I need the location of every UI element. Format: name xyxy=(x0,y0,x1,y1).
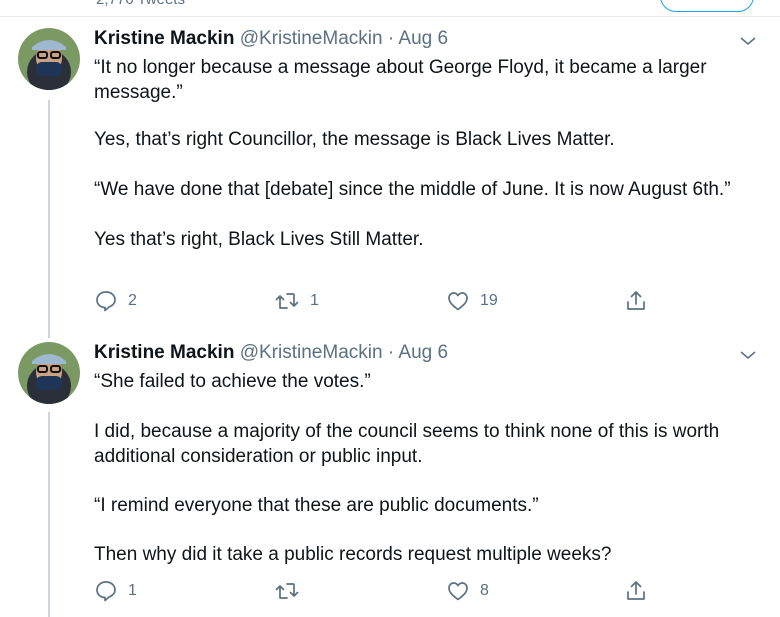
tweet-count: 2,776 Tweets xyxy=(96,0,185,8)
tweet-actions: 2 1 19 xyxy=(94,288,694,318)
user-handle[interactable]: @KristineMackin xyxy=(240,28,383,49)
reply-button[interactable]: 2 xyxy=(94,288,137,314)
tweet-text: “She failed to achieve the votes.” I did… xyxy=(94,369,754,567)
display-name[interactable]: Kristine Mackin xyxy=(94,28,234,49)
display-name[interactable]: Kristine Mackin xyxy=(94,342,234,363)
like-button[interactable]: 19 xyxy=(446,288,498,314)
reply-icon xyxy=(94,289,118,313)
tweet-paragraph: “I remind everyone that these are public… xyxy=(94,495,539,516)
separator: · xyxy=(387,28,395,49)
retweet-icon xyxy=(274,579,300,603)
reply-count: 1 xyxy=(128,582,137,599)
share-icon xyxy=(624,289,648,313)
retweet-icon xyxy=(274,289,300,313)
retweet-button[interactable] xyxy=(274,578,310,604)
retweet-count: 1 xyxy=(310,292,319,309)
reply-count: 2 xyxy=(128,292,137,309)
like-icon xyxy=(446,579,470,603)
tweet-actions: 1 8 xyxy=(94,578,694,608)
tweet-date[interactable]: Aug 6 xyxy=(398,342,448,363)
avatar[interactable] xyxy=(18,342,80,404)
like-count: 19 xyxy=(480,292,498,309)
tweet-date[interactable]: Aug 6 xyxy=(398,28,448,49)
tweet-paragraph: “We have done that [debate] since the mi… xyxy=(94,179,731,200)
tweet-paragraph: Then why did it take a public records re… xyxy=(94,544,612,565)
tweet-text: “It no longer because a message about Ge… xyxy=(94,55,754,252)
like-icon xyxy=(446,289,470,313)
reply-icon xyxy=(94,579,118,603)
share-button[interactable] xyxy=(624,288,648,314)
like-button[interactable]: 8 xyxy=(446,578,489,604)
user-handle[interactable]: @KristineMackin xyxy=(240,342,383,363)
tweet-header: Kristine Mackin @KristineMackin · Aug 6 xyxy=(94,342,448,364)
tweet-paragraph: Yes, that’s right Councillor, the messag… xyxy=(94,129,615,150)
tweet-paragraph: “She failed to achieve the votes.” xyxy=(94,371,371,392)
follow-button[interactable] xyxy=(660,0,754,12)
thread-line xyxy=(48,412,50,617)
retweet-button[interactable]: 1 xyxy=(274,288,319,314)
tweet-paragraph: Yes that’s right, Black Lives Still Matt… xyxy=(94,229,424,250)
profile-header-bar: 2,776 Tweets xyxy=(0,0,780,17)
chevron-down-icon[interactable] xyxy=(737,33,759,49)
share-icon xyxy=(624,579,648,603)
thread-line xyxy=(48,100,50,338)
tweet-header: Kristine Mackin @KristineMackin · Aug 6 xyxy=(94,28,448,50)
avatar[interactable] xyxy=(18,28,80,90)
chevron-down-icon[interactable] xyxy=(737,347,759,363)
like-count: 8 xyxy=(480,582,489,599)
tweet-paragraph: “It no longer because a message about Ge… xyxy=(94,57,707,103)
share-button[interactable] xyxy=(624,578,648,604)
separator: · xyxy=(387,342,395,363)
tweet-paragraph: I did, because a majority of the council… xyxy=(94,421,720,467)
reply-button[interactable]: 1 xyxy=(94,578,137,604)
